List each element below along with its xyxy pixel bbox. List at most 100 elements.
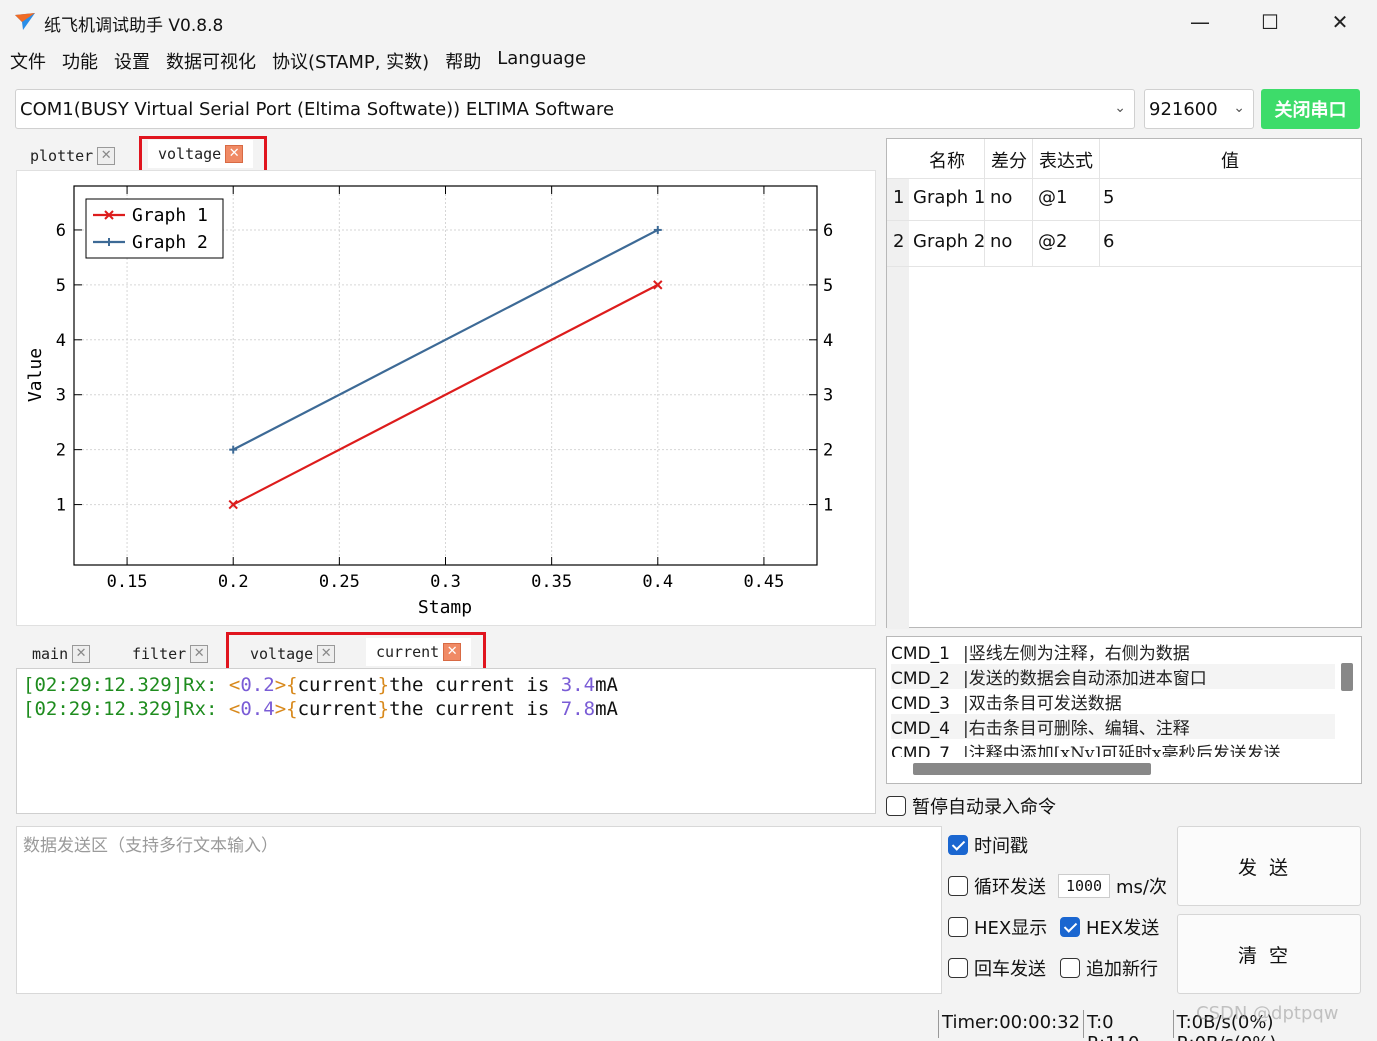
cell-diff: no <box>990 187 1013 208</box>
hex-display-option[interactable]: HEX显示 <box>948 914 1047 940</box>
hex-display-checkbox[interactable] <box>948 917 968 937</box>
status-timer: Timer:00:00:32 <box>938 1010 1083 1038</box>
tab-label: filter <box>132 645 187 663</box>
append-newline-checkbox[interactable] <box>1060 958 1080 978</box>
send-input[interactable]: 数据发送区（支持多行文本输入） <box>16 826 942 994</box>
close-port-button[interactable]: 关闭串口 <box>1261 89 1360 129</box>
header-value: 值 <box>1221 151 1239 172</box>
close-tab-icon[interactable]: ✕ <box>190 645 209 663</box>
timestamp-checkbox[interactable] <box>948 835 968 855</box>
receive-terminal[interactable]: [02:29:12.329]Rx: <0.2>{current}the curr… <box>16 668 876 814</box>
variable-table: 名称 差分 表达式 值 1 Graph 1 no @1 5 2 Graph 2 … <box>886 138 1362 629</box>
y-tick-label-right: 5 <box>823 276 833 296</box>
enter-send-checkbox[interactable] <box>948 958 968 978</box>
x-tick-label: 0.15 <box>107 572 148 592</box>
interval-unit: ms/次 <box>1116 877 1167 898</box>
cell-name: Graph 1 <box>913 187 986 208</box>
cell-value: 5 <box>1103 187 1115 208</box>
send-button[interactable]: 发送 <box>1177 826 1361 906</box>
x-tick-label: 0.35 <box>531 572 572 592</box>
y-tick-label: 6 <box>56 221 66 241</box>
close-tab-icon[interactable]: ✕ <box>97 147 116 165</box>
clear-button[interactable]: 清空 <box>1177 914 1361 994</box>
menu-help[interactable]: 帮助 <box>437 46 489 76</box>
port-select[interactable]: COM1(BUSY Virtual Serial Port (Eltima So… <box>15 89 1135 129</box>
cell-value: 6 <box>1103 231 1115 252</box>
cell-diff: no <box>990 231 1013 252</box>
y-axis-label: Value <box>25 348 46 402</box>
loop-send-checkbox[interactable] <box>948 876 968 896</box>
y-tick-label: 4 <box>56 331 66 351</box>
close-window-button[interactable]: ✕ <box>1306 0 1374 44</box>
tab-label: plotter <box>30 147 94 165</box>
menu-protocol[interactable]: 协议(STAMP, 实数) <box>264 46 437 76</box>
y-tick-label: 2 <box>56 441 66 461</box>
table-row[interactable]: 2 Graph 2 no @2 6 <box>887 221 1361 267</box>
line-chart[interactable]: 0.15 0.2 0.25 0.3 0.35 0.4 0.45 1 1 2 2 3 3 4 4 5 5 6 6 Gr… <box>17 171 875 625</box>
hex-send-checkbox[interactable] <box>1060 917 1080 937</box>
tab-filter[interactable]: filter ✕ <box>122 640 218 668</box>
tab-label: main <box>32 645 69 663</box>
enter-send-option[interactable]: 回车发送 <box>948 955 1046 981</box>
y-tick-label: 1 <box>56 496 66 516</box>
chevron-down-icon: ⌄ <box>1114 100 1126 116</box>
maximize-button[interactable]: ☐ <box>1236 0 1304 44</box>
menu-visualization[interactable]: 数据可视化 <box>158 46 264 76</box>
watermark: CSDN @dptpqw <box>1196 1003 1339 1024</box>
vertical-scrollbar[interactable] <box>1341 663 1353 691</box>
hex-send-option[interactable]: HEX发送 <box>1060 914 1159 940</box>
x-axis-label: Stamp <box>418 597 472 618</box>
header-expr: 表达式 <box>1039 151 1093 172</box>
x-tick-label: 0.2 <box>218 572 249 592</box>
close-tab-icon[interactable]: ✕ <box>72 645 91 663</box>
paper-plane-icon <box>15 13 35 30</box>
legend-label: Graph 2 <box>132 232 208 253</box>
legend-label: Graph 1 <box>132 205 208 226</box>
baud-select-value: 921600 <box>1149 98 1218 120</box>
menu-language[interactable]: Language <box>489 46 594 76</box>
plot-panel: 0.15 0.2 0.25 0.3 0.35 0.4 0.45 1 1 2 2 3 3 4 4 5 5 6 6 Gr… <box>16 170 876 626</box>
send-input-placeholder: 数据发送区（支持多行文本输入） <box>23 836 278 856</box>
pause-auto-record-checkbox[interactable] <box>886 796 906 816</box>
row-index: 2 <box>893 231 905 252</box>
menu-file[interactable]: 文件 <box>2 46 54 76</box>
tab-plotter[interactable]: plotter ✕ <box>20 142 125 170</box>
y-tick-label-right: 4 <box>823 331 833 351</box>
cell-expr: @1 <box>1038 187 1068 208</box>
y-tick-label-right: 1 <box>823 496 833 516</box>
baud-select[interactable]: 921600 ⌄ <box>1144 89 1254 129</box>
cell-name: Graph 2 <box>913 231 986 252</box>
menu-settings[interactable]: 设置 <box>106 46 158 76</box>
loop-send-option[interactable]: 循环发送 1000 ms/次 <box>948 873 1167 899</box>
horizontal-scrollbar[interactable] <box>913 763 1151 775</box>
minimize-button[interactable]: — <box>1166 0 1234 44</box>
pause-auto-record-option[interactable]: 暂停自动录入命令 <box>886 793 1056 819</box>
menu-function[interactable]: 功能 <box>54 46 106 76</box>
x-tick-label: 0.25 <box>319 572 360 592</box>
log-line: [02:29:12.329]Rx: <0.2>{current}the curr… <box>23 674 618 696</box>
chevron-down-icon: ⌄ <box>1233 100 1245 116</box>
timestamp-option[interactable]: 时间戳 <box>948 832 1028 858</box>
row-index: 1 <box>893 187 905 208</box>
port-select-value: COM1(BUSY Virtual Serial Port (Eltima So… <box>20 98 615 120</box>
list-item[interactable]: CMD_4 |右击条目可删除、编辑、注释 <box>891 714 1335 739</box>
list-item[interactable]: CMD_1 |竖线左侧为注释，右侧为数据 <box>891 639 1190 664</box>
y-tick-label-right: 3 <box>823 386 833 406</box>
y-tick-label: 3 <box>56 386 66 406</box>
header-diff: 差分 <box>991 151 1027 172</box>
cell-expr: @2 <box>1038 231 1068 252</box>
log-line: [02:29:12.329]Rx: <0.4>{current}the curr… <box>23 698 618 720</box>
table-row[interactable]: 1 Graph 1 no @1 5 <box>887 179 1361 221</box>
x-tick-label: 0.3 <box>430 572 461 592</box>
interval-input[interactable]: 1000 <box>1058 874 1110 898</box>
menu-bar: 文件 功能 设置 数据可视化 协议(STAMP, 实数) 帮助 Language <box>2 46 594 76</box>
tab-main[interactable]: main ✕ <box>22 640 100 668</box>
status-counts: T:0 R:110 <box>1083 1010 1173 1041</box>
list-item[interactable]: CMD_2 |发送的数据会自动添加进本窗口 <box>891 664 1335 689</box>
list-item[interactable]: CMD_7 |注释中添加[xNv]可延时x毫秒后发送发送 <box>891 739 1335 757</box>
append-newline-option[interactable]: 追加新行 <box>1060 955 1158 981</box>
window-title: 纸飞机调试助手 V0.8.8 <box>44 16 224 36</box>
command-list: CMD_1 |竖线左侧为注释，右侧为数据 CMD_2 |发送的数据会自动添加进本窗口… <box>886 636 1362 784</box>
title-bar: 纸飞机调试助手 V0.8.8 — ☐ ✕ <box>0 0 1377 44</box>
list-item[interactable]: CMD_3 |双击条目可发送数据 <box>891 689 1122 714</box>
